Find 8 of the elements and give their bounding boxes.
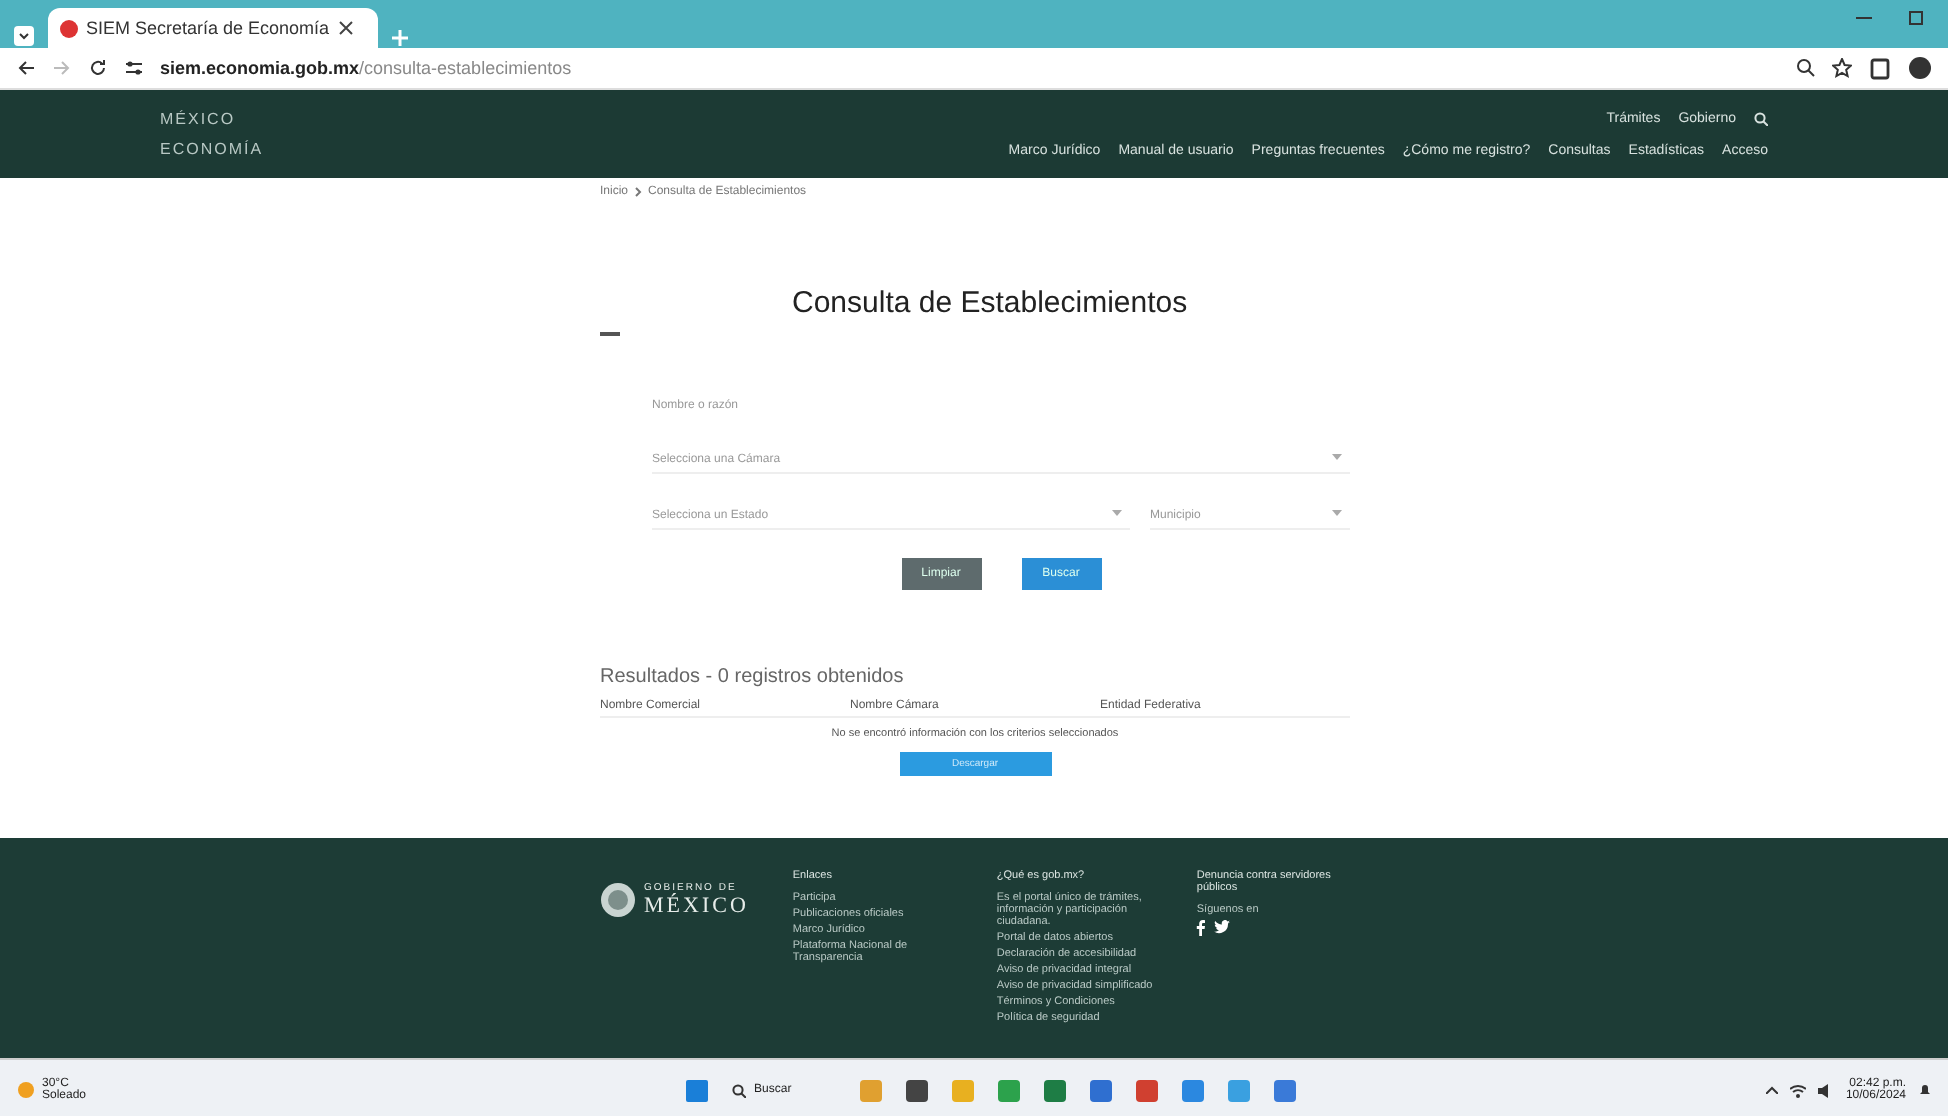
site-logo: MÉXICO: [160, 110, 238, 128]
url-field[interactable]: siem.economia.gob.mx/consulta-establecimientos: [160, 58, 1780, 78]
results-heading: Resultados - 0 registros obtenidos: [600, 666, 906, 688]
page-title: Consulta de Establecimientos: [792, 286, 1188, 320]
tab-title[interactable]: SIEM Secretaría de Economía: [86, 18, 330, 38]
browser-tab[interactable]: SIEM Secretaría de Economía: [48, 8, 378, 48]
logo-text: MÉXICO: [644, 894, 749, 918]
site-subtitle: ECONOMÍA: [160, 140, 264, 158]
